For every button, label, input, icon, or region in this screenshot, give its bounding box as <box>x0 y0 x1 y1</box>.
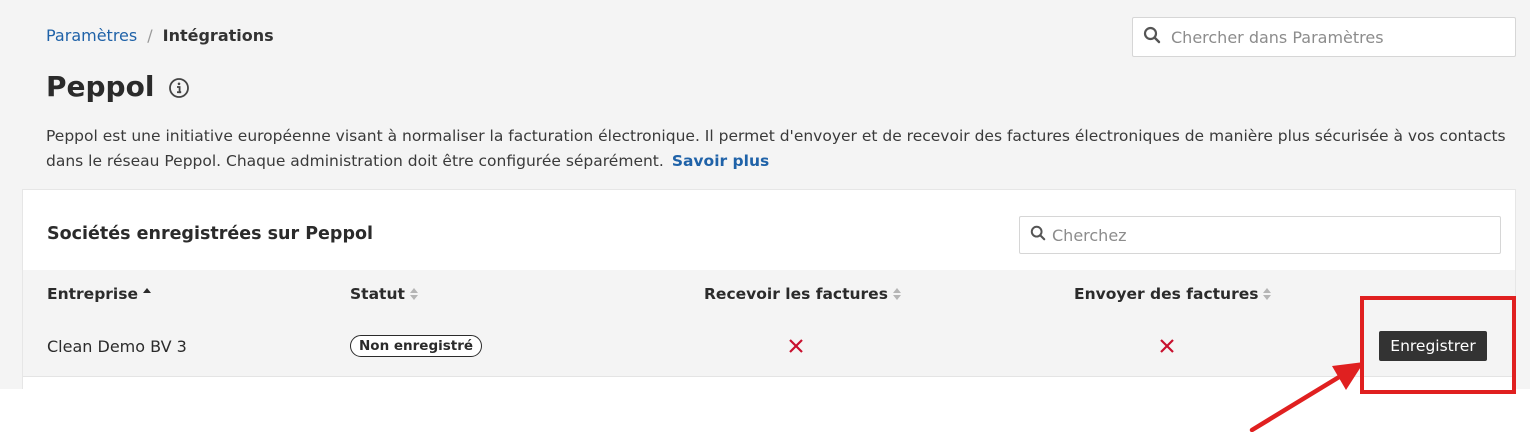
search-icon <box>1030 225 1046 245</box>
breadcrumb-link-parametres[interactable]: Paramètres <box>46 26 137 45</box>
table-row: Clean Demo BV 3 Non enregistré Enregistr… <box>23 317 1515 377</box>
column-label: Entreprise <box>47 285 138 303</box>
global-search-box <box>1132 17 1516 57</box>
column-header-envoyer[interactable]: Envoyer des factures <box>1074 285 1272 303</box>
cross-icon <box>787 337 805 355</box>
column-header-statut[interactable]: Statut <box>350 285 418 303</box>
search-icon <box>1143 26 1161 48</box>
global-search-input[interactable] <box>1171 27 1515 47</box>
register-button[interactable]: Enregistrer <box>1379 331 1487 361</box>
breadcrumb-separator: / <box>147 26 153 45</box>
sort-icon <box>1263 288 1272 300</box>
breadcrumb-current: Intégrations <box>162 26 274 45</box>
peppol-companies-panel: Sociétés enregistrées sur Peppol Entrepr… <box>22 189 1516 389</box>
table-header: Entreprise Statut Recevoir les factures … <box>23 270 1515 317</box>
info-circle-icon[interactable] <box>168 77 190 99</box>
description-text: Peppol est une initiative européenne vis… <box>46 127 1506 170</box>
learn-more-link[interactable]: Savoir plus <box>672 152 769 170</box>
company-name: Clean Demo BV 3 <box>47 337 187 356</box>
panel-search-box <box>1019 216 1501 254</box>
company-search-input[interactable] <box>1052 225 1500 245</box>
column-label: Statut <box>350 285 405 303</box>
cross-icon <box>1158 337 1176 355</box>
column-label: Envoyer des factures <box>1074 285 1259 303</box>
column-header-entreprise[interactable]: Entreprise <box>47 285 151 303</box>
sort-icon <box>409 288 418 300</box>
breadcrumb: Paramètres / Intégrations <box>46 26 274 45</box>
column-header-recevoir[interactable]: Recevoir les factures <box>704 285 901 303</box>
status-badge: Non enregistré <box>350 335 483 357</box>
page-title-text: Peppol <box>46 70 155 103</box>
panel-title: Sociétés enregistrées sur Peppol <box>47 224 373 244</box>
sort-icon <box>892 288 901 300</box>
sort-icon <box>142 288 151 300</box>
column-label: Recevoir les factures <box>704 285 888 303</box>
page-title: Peppol <box>46 70 190 103</box>
page-description: Peppol est une initiative européenne vis… <box>46 124 1506 174</box>
